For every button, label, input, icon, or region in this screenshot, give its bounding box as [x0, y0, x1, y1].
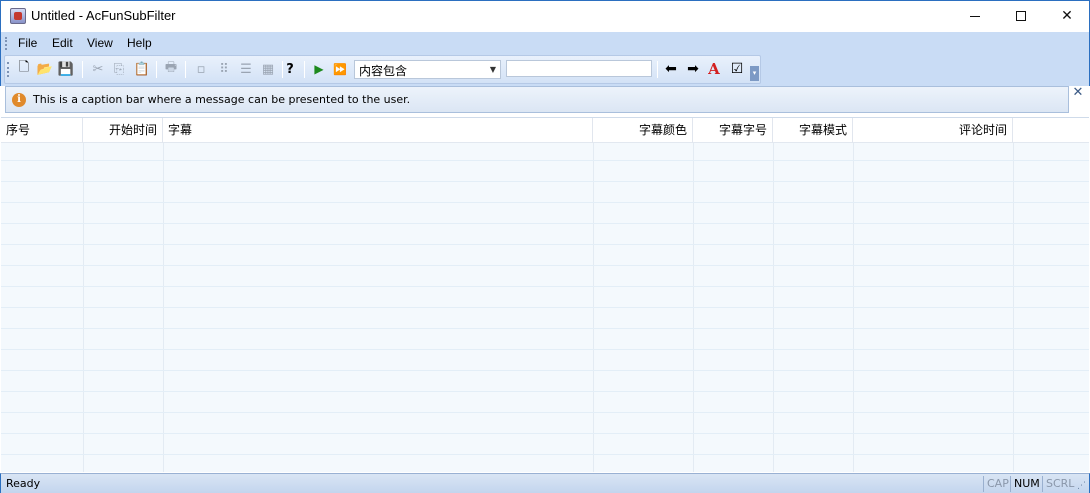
toolbar-separator	[156, 61, 157, 78]
large-icons-view-icon[interactable]: ▫	[192, 60, 210, 78]
row-divider	[1, 328, 1089, 329]
title-bar: Untitled - AcFunSubFilter ✕	[0, 0, 1090, 32]
menu-edit[interactable]: Edit	[52, 36, 73, 50]
column-header-mode[interactable]: 字幕模式	[773, 118, 853, 143]
row-divider	[1, 370, 1089, 371]
details-view-icon[interactable]: ▦	[259, 60, 277, 78]
toolbar-separator	[185, 61, 186, 78]
caps-lock-indicator: CAP	[983, 476, 1012, 492]
new-file-icon[interactable]: 🗋	[15, 60, 33, 78]
row-divider	[1, 223, 1089, 224]
toolbar-grip-icon[interactable]	[7, 62, 9, 77]
row-divider	[1, 454, 1089, 455]
chevron-down-icon[interactable]: ▼	[486, 61, 500, 78]
toolbar-overflow-icon[interactable]: ▾	[750, 66, 759, 81]
row-divider	[1, 265, 1089, 266]
row-divider	[1, 202, 1089, 203]
column-header-start-time[interactable]: 开始时间	[83, 118, 163, 143]
row-divider	[1, 307, 1089, 308]
row-divider	[1, 244, 1089, 245]
open-file-icon[interactable]: 📂	[36, 60, 54, 78]
column-header-index[interactable]: 序号	[1, 118, 83, 143]
forward-arrow-icon[interactable]: ➡	[684, 60, 702, 78]
column-header-font-size[interactable]: 字幕字号	[693, 118, 773, 143]
close-icon[interactable]: ✕	[1071, 86, 1085, 100]
minimize-button[interactable]	[952, 1, 998, 31]
column-header-comment-time[interactable]: 评论时间	[853, 118, 1013, 143]
menu-bar: File Edit View Help	[1, 32, 1089, 54]
menu-file[interactable]: File	[18, 36, 37, 50]
main-toolbar: 🗋 📂 💾 ✂ ⎘ 📋 🖶 ▫ ⠿ ☰ ▦ ? ▶ ⏩ 内容包含 ▼ ⬅ ➡ A…	[4, 55, 761, 84]
filter-mode-value: 内容包含	[359, 64, 408, 78]
filter-text-input[interactable]	[506, 60, 652, 77]
cut-icon[interactable]: ✂	[89, 60, 107, 78]
scroll-lock-indicator: SCRL	[1042, 476, 1077, 492]
row-divider	[1, 181, 1089, 182]
maximize-icon	[1016, 11, 1026, 21]
toolbar-separator	[82, 61, 83, 78]
status-text: Ready	[6, 477, 41, 490]
back-arrow-icon[interactable]: ⬅	[662, 60, 680, 78]
help-icon[interactable]: ?	[281, 60, 299, 78]
print-icon[interactable]: 🖶	[162, 60, 180, 78]
row-divider	[1, 391, 1089, 392]
subtitle-list[interactable]: 序号 开始时间 字幕 字幕颜色 字幕字号 字幕模式 评论时间	[1, 117, 1089, 472]
save-icon[interactable]: 💾	[57, 60, 75, 78]
status-bar: Ready CAP NUM SCRL ⋰	[0, 473, 1090, 493]
maximize-button[interactable]	[998, 1, 1044, 31]
resize-grip-icon[interactable]: ⋰	[1077, 481, 1087, 491]
close-window-button[interactable]: ✕	[1044, 1, 1090, 31]
font-color-icon[interactable]: A	[705, 60, 723, 78]
minimize-icon	[970, 15, 980, 17]
caption-message: This is a caption bar where a message ca…	[33, 93, 411, 106]
list-header: 序号 开始时间 字幕 字幕颜色 字幕字号 字幕模式 评论时间	[1, 118, 1089, 143]
paste-icon[interactable]: 📋	[133, 60, 151, 78]
column-header-subtitle[interactable]: 字幕	[163, 118, 593, 143]
play-icon[interactable]: ▶	[310, 60, 328, 78]
checkbox-icon[interactable]: ☑	[728, 60, 746, 78]
info-icon: i	[12, 93, 26, 107]
copy-icon[interactable]: ⎘	[110, 60, 128, 78]
filter-mode-select[interactable]: 内容包含 ▼	[354, 60, 501, 79]
command-area: File Edit View Help 🗋 📂 💾 ✂ ⎘ 📋 🖶 ▫ ⠿ ☰ …	[0, 32, 1090, 86]
menubar-grip-icon[interactable]	[5, 37, 7, 50]
num-lock-indicator: NUM	[1010, 476, 1043, 492]
row-divider	[1, 349, 1089, 350]
menu-view[interactable]: View	[87, 36, 113, 50]
list-view-icon[interactable]: ☰	[237, 60, 255, 78]
app-icon[interactable]	[10, 8, 26, 24]
row-divider	[1, 160, 1089, 161]
play-all-icon[interactable]: ⏩	[331, 60, 349, 78]
toolbar-separator	[657, 61, 658, 78]
small-icons-view-icon[interactable]: ⠿	[215, 60, 233, 78]
list-body[interactable]	[1, 143, 1089, 472]
row-divider	[1, 286, 1089, 287]
row-divider	[1, 412, 1089, 413]
caption-bar: i This is a caption bar where a message …	[5, 86, 1069, 113]
row-divider	[1, 433, 1089, 434]
column-header-color[interactable]: 字幕颜色	[593, 118, 693, 143]
menu-help[interactable]: Help	[127, 36, 152, 50]
window-title: Untitled - AcFunSubFilter	[31, 8, 176, 23]
toolbar-separator	[304, 61, 305, 78]
